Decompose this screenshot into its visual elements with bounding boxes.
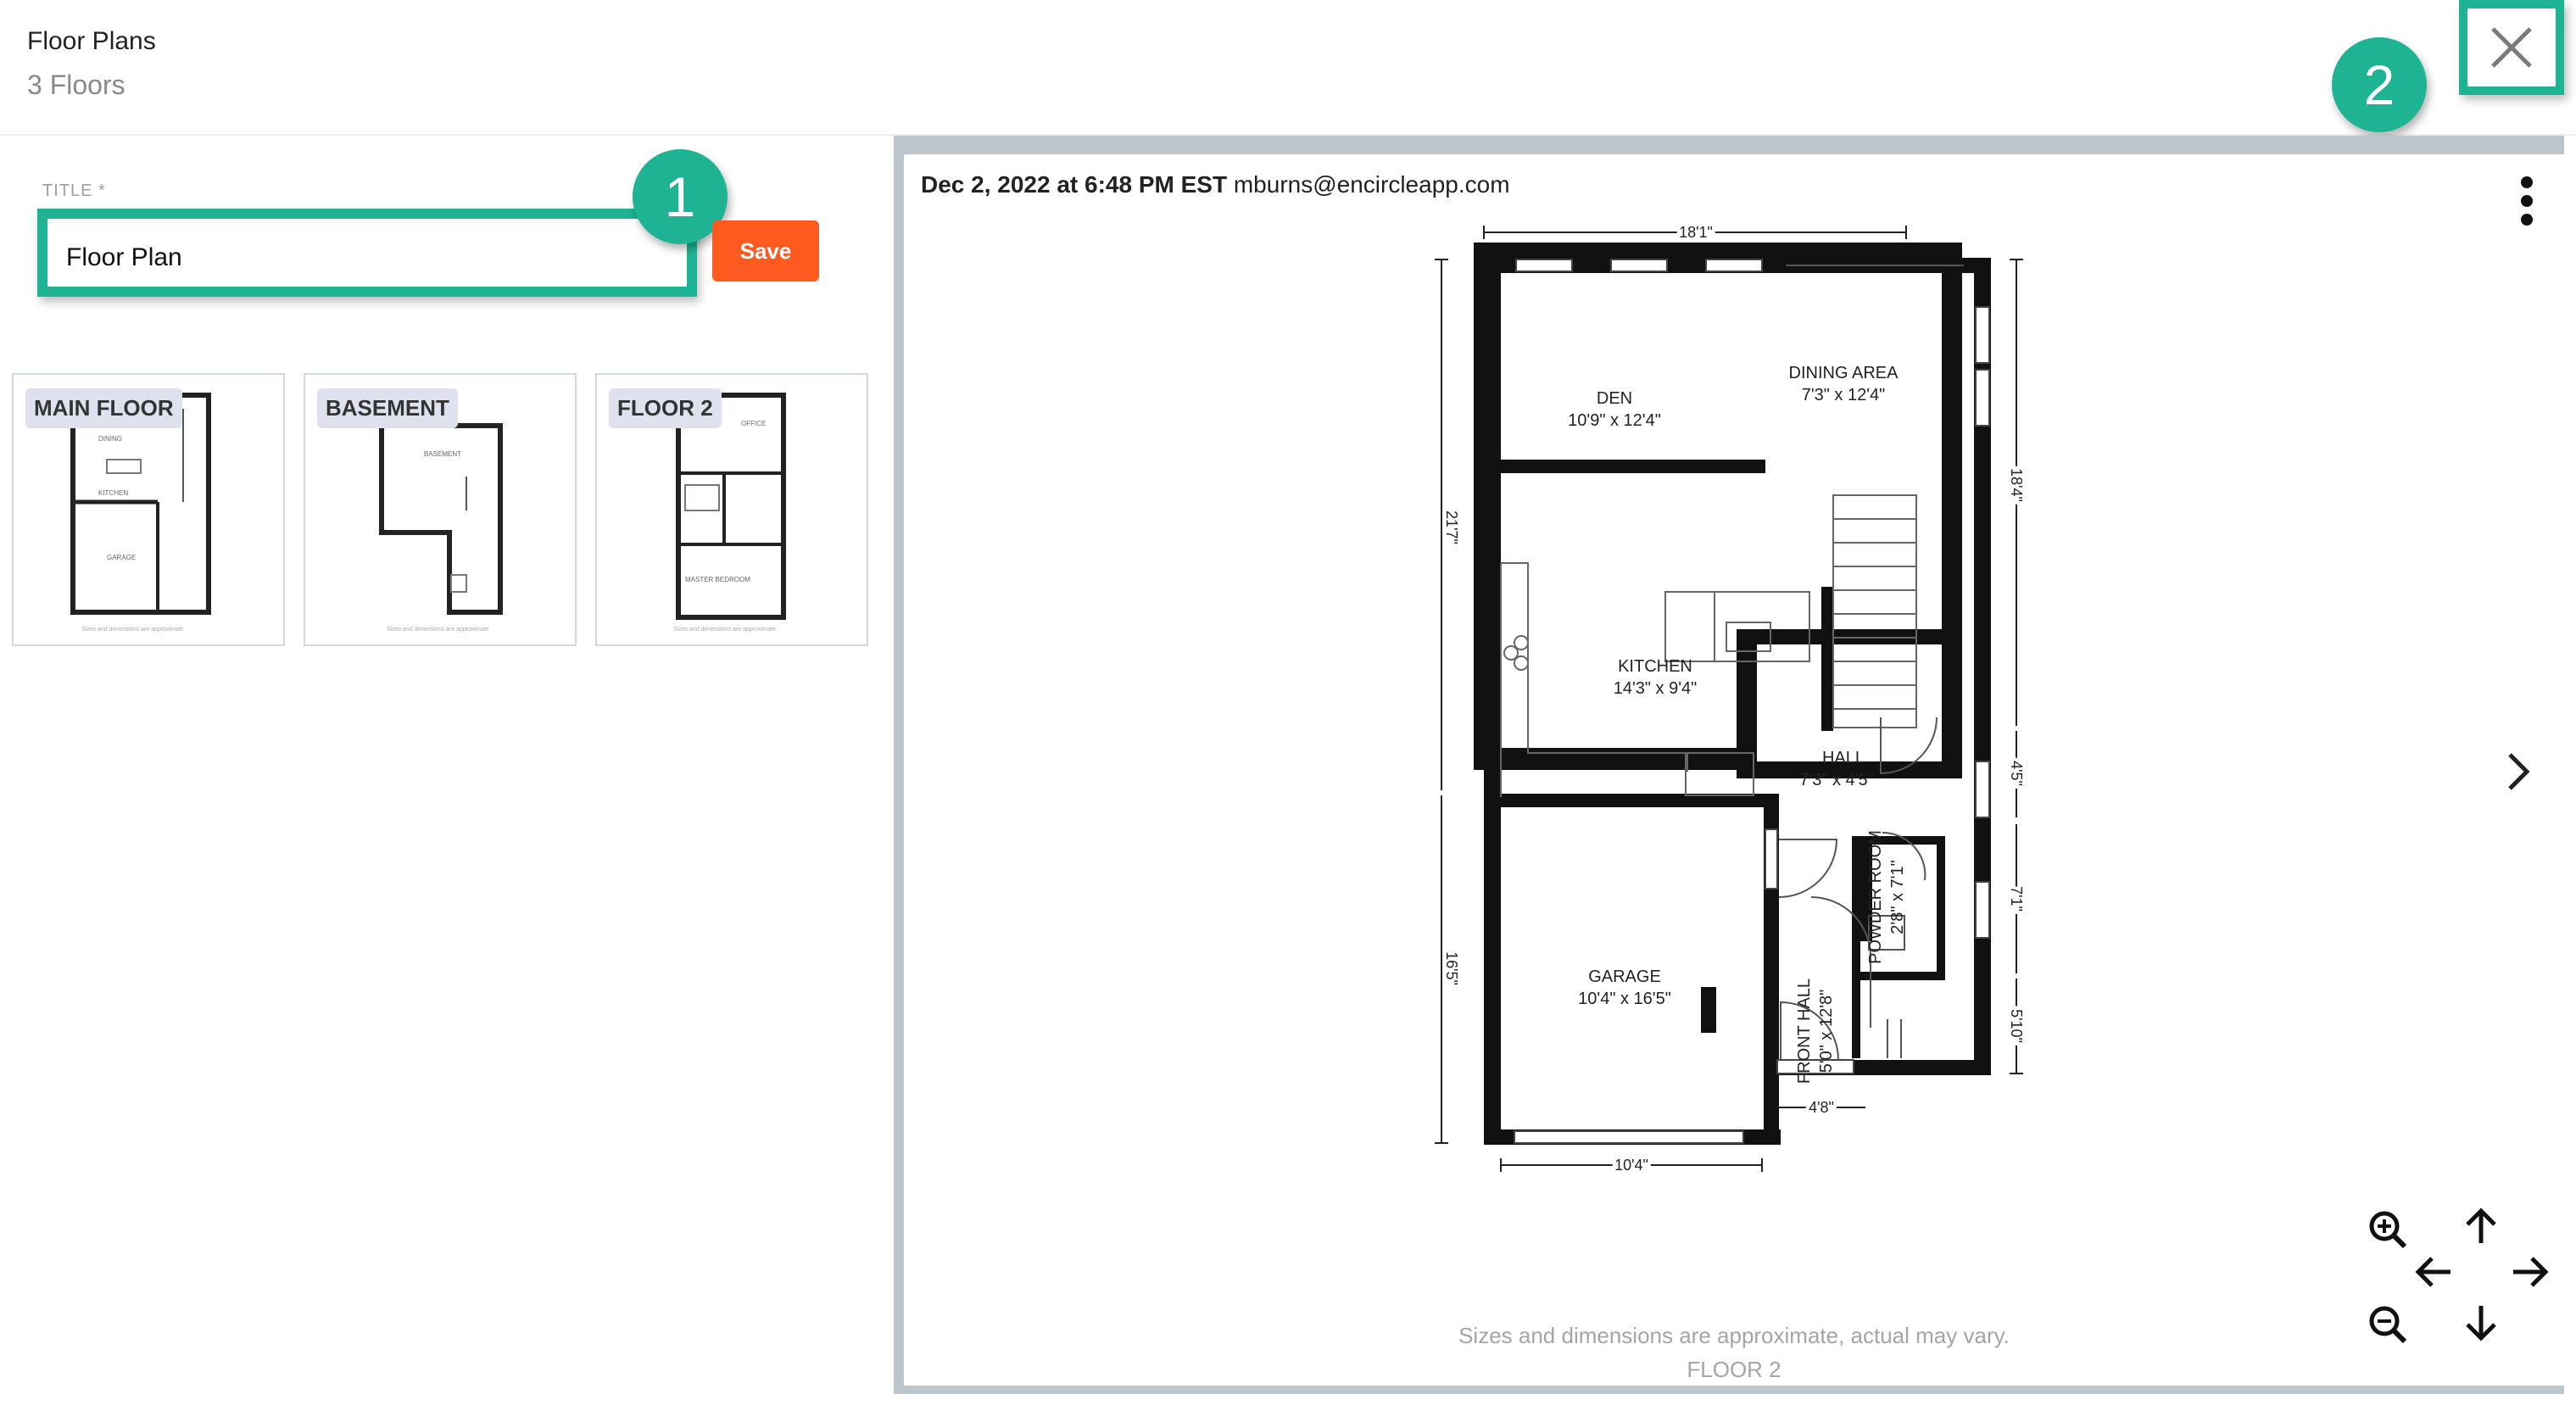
- panel-title: Floor Plans: [27, 27, 156, 55]
- room-powder-name: POWDER ROOM: [1866, 830, 1885, 964]
- arrow-down-icon[interactable]: [2462, 1302, 2500, 1343]
- room-garage-dims: 10'4" x 16'5": [1578, 990, 1671, 1008]
- close-icon: [2491, 27, 2532, 68]
- svg-text:Sizes and dimensions are appro: Sizes and dimensions are approximate: [81, 627, 184, 633]
- room-fronthall-dims: 5'0" x 12'8": [1817, 990, 1836, 1074]
- dim-left-lower: 16'5": [1443, 951, 1460, 985]
- save-button[interactable]: Save: [712, 220, 819, 282]
- room-powder-dims: 2'8" x 7'1": [1888, 860, 1907, 934]
- dim-top: 18'1": [1679, 224, 1713, 241]
- dim-right-4: 5'10": [2008, 1009, 2025, 1043]
- approximate-disclaimer: Sizes and dimensions are approximate, ac…: [1458, 1323, 2010, 1348]
- thumbnail-label: MAIN FLOOR: [25, 388, 182, 428]
- svg-text:DINING: DINING: [98, 435, 122, 443]
- svg-text:GARAGE: GARAGE: [107, 554, 136, 561]
- room-kitchen-name: KITCHEN: [1618, 657, 1692, 676]
- title-input-frame: [37, 209, 697, 297]
- zoom-in-icon[interactable]: [2367, 1209, 2408, 1250]
- room-den-name: DEN: [1597, 389, 1632, 408]
- svg-text:OFFICE: OFFICE: [741, 420, 766, 427]
- floor-caption: FLOOR 2: [1687, 1357, 1781, 1382]
- room-kitchen-dims: 14'3" x 9'4": [1614, 679, 1698, 698]
- dim-bottom-right: 4'8": [1809, 1099, 1834, 1116]
- room-dining-dims: 7'3" x 12'4": [1802, 386, 1886, 404]
- thumbnail-label: BASEMENT: [317, 388, 458, 428]
- arrow-right-icon[interactable]: [2510, 1253, 2551, 1291]
- dim-right-3: 7'1": [2008, 886, 2025, 912]
- svg-text:KITCHEN: KITCHEN: [98, 489, 128, 497]
- title-field-label: TITLE *: [42, 181, 106, 200]
- floor-plan-viewer: Dec 2, 2022 at 6:48 PM EST mburns@encirc…: [894, 136, 2564, 1394]
- dim-right-1: 18'4": [2008, 468, 2025, 502]
- dim-bottom-left: 10'4": [1614, 1157, 1648, 1174]
- callout-badge-2: 2: [2332, 37, 2427, 132]
- room-fronthall-name: FRONT HALL: [1795, 979, 1814, 1084]
- svg-text:MASTER BEDROOM: MASTER BEDROOM: [685, 576, 750, 583]
- arrow-left-icon[interactable]: [2413, 1253, 2454, 1291]
- floor-plan-drawing: DEN 10'9" x 12'4" DINING AREA 7'3" x 12'…: [1435, 220, 2028, 1177]
- room-hall-dims: 7'3" x 4'5": [1799, 771, 1873, 789]
- floor-thumbnail-main[interactable]: DINING KITCHEN GARAGE Sizes and dimensio…: [12, 373, 285, 646]
- room-hall-name: HALL: [1822, 749, 1865, 767]
- close-button[interactable]: [2459, 0, 2564, 95]
- chevron-right-icon[interactable]: [2501, 750, 2535, 794]
- dim-left-upper: 21'7": [1443, 510, 1460, 544]
- arrow-up-icon[interactable]: [2462, 1206, 2500, 1246]
- dim-right-2: 4'5": [2008, 761, 2025, 786]
- room-garage-name: GARAGE: [1588, 968, 1661, 986]
- svg-text:BASEMENT: BASEMENT: [424, 450, 461, 458]
- title-input[interactable]: [64, 236, 661, 280]
- svg-text:Sizes and dimensions are appro: Sizes and dimensions are approximate: [673, 627, 776, 633]
- room-dining-name: DINING AREA: [1789, 364, 1899, 382]
- room-den-dims: 10'9" x 12'4": [1568, 411, 1661, 430]
- floor-thumbnail-floor2[interactable]: OFFICE MASTER BEDROOM Sizes and dimensio…: [595, 373, 868, 646]
- zoom-out-icon[interactable]: [2367, 1304, 2408, 1345]
- floor-thumbnail-basement[interactable]: BASEMENT Sizes and dimensions are approx…: [304, 373, 577, 646]
- panel-header: Floor Plans 3 Floors: [0, 0, 2576, 136]
- thumbnail-label: FLOOR 2: [609, 388, 722, 428]
- floor-count: 3 Floors: [27, 70, 125, 100]
- svg-text:Sizes and dimensions are appro: Sizes and dimensions are approximate: [387, 627, 489, 633]
